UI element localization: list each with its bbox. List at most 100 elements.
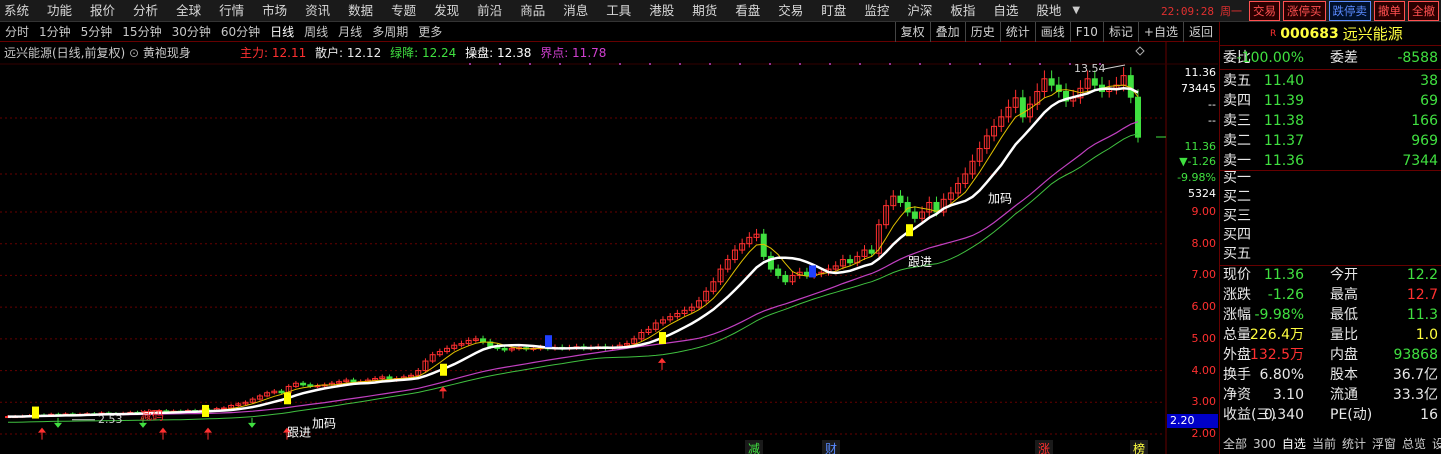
ask-row[interactable]: 卖四 11.39 69 <box>1220 91 1441 111</box>
panel-footer-tab[interactable]: 总览 <box>1399 434 1429 454</box>
period-tab[interactable]: 30分钟 <box>167 22 216 42</box>
stat-label: 内盘 <box>1330 347 1358 363</box>
indicator-name[interactable]: 黄袍现身 <box>143 46 191 60</box>
cancel-order-button[interactable]: 撤单 <box>1374 1 1405 21</box>
panel-footer-tab[interactable]: 自选 <box>1279 434 1309 454</box>
period-tab[interactable]: 60分钟 <box>216 22 265 42</box>
signal-marker <box>284 392 291 405</box>
chart-tool-button[interactable]: 画线 <box>1034 22 1070 42</box>
row-label: 买五 <box>1223 246 1251 262</box>
chart-tool-button[interactable]: 叠加 <box>929 22 965 42</box>
row-volume: 38 <box>1420 73 1438 89</box>
chevron-down-icon[interactable]: ▼ <box>1072 5 1080 16</box>
ask-row[interactable]: 卖二 11.37 969 <box>1220 131 1441 151</box>
menu-item[interactable]: 全球 <box>167 0 210 22</box>
period-tab[interactable]: 月线 <box>333 22 367 42</box>
chart-tool-button[interactable]: F10 <box>1069 22 1103 42</box>
menu-item[interactable]: 分析 <box>124 0 167 22</box>
bid-row[interactable]: 买四 <box>1220 225 1441 245</box>
menu-item[interactable]: 监控 <box>855 0 898 22</box>
limit-down-sell-button[interactable]: 跌停卖 <box>1328 1 1371 21</box>
panel-footer-tab[interactable]: 统计 <box>1339 434 1369 454</box>
menu-item[interactable]: 商品 <box>511 0 554 22</box>
stat-label: 净资 <box>1223 387 1251 403</box>
signal-dot <box>769 63 771 65</box>
event-tag[interactable]: 财 <box>822 440 841 454</box>
candle-body <box>775 268 782 276</box>
menu-item[interactable]: 沪深 <box>898 0 941 22</box>
row-label: 买三 <box>1223 208 1251 224</box>
menu-item[interactable]: 市场 <box>253 0 296 22</box>
menu-item[interactable]: 盯盘 <box>812 0 855 22</box>
stock-name[interactable]: 远兴能源 <box>1343 23 1403 44</box>
panel-footer-tab[interactable]: 300 <box>1250 434 1279 454</box>
period-tab[interactable]: 多周期 <box>367 22 413 42</box>
period-tab[interactable]: 周线 <box>299 22 333 42</box>
clock: 22:09:28 <box>1161 4 1214 18</box>
period-tab[interactable]: 日线 <box>265 22 299 42</box>
signal-dot <box>589 63 591 65</box>
period-tab[interactable]: 15分钟 <box>117 22 166 42</box>
event-tag[interactable]: 减 <box>745 440 764 454</box>
stat-label: 涨跌 <box>1223 287 1251 303</box>
panel-footer-tab[interactable]: 设 <box>1429 434 1441 454</box>
menu-item[interactable]: 前沿 <box>468 0 511 22</box>
event-tag[interactable]: 榜 <box>1130 440 1149 454</box>
menu-item[interactable]: 港股 <box>640 0 683 22</box>
chart-tool-button[interactable]: 返回 <box>1182 22 1218 42</box>
eye-icon[interactable]: ⊙ <box>129 46 139 60</box>
indicator-green: 绿降: 12.24 <box>390 46 457 60</box>
bid-row[interactable]: 买一 <box>1220 168 1441 188</box>
menu-item[interactable]: 资讯 <box>296 0 339 22</box>
chart-tool-button[interactable]: 统计 <box>999 22 1035 42</box>
bid-row[interactable]: 买三 <box>1220 206 1441 226</box>
chart-tool-button[interactable]: 标记 <box>1102 22 1138 42</box>
event-tag[interactable]: 涨 <box>1035 440 1054 454</box>
menu-item[interactable]: 看盘 <box>726 0 769 22</box>
stat-row: 收益(三) 0.340 PE(动) 16 <box>1220 405 1441 425</box>
menu-item[interactable]: 数据 <box>339 0 382 22</box>
trade-button[interactable]: 交易 <box>1249 1 1280 21</box>
panel-footer-tab[interactable]: 浮窗 <box>1369 434 1399 454</box>
menu-item[interactable]: 股地 <box>1027 0 1070 22</box>
menu-item[interactable]: 发现 <box>425 0 468 22</box>
menu-item[interactable]: 报价 <box>81 0 124 22</box>
ask-row[interactable]: 卖五 11.40 38 <box>1220 71 1441 91</box>
chart-tool-button[interactable]: 复权 <box>894 22 930 42</box>
ma-yellow-line <box>8 84 1139 418</box>
signal-dot <box>739 63 741 65</box>
quote-panel: R 000683 远兴能源 委比 -100.00% 委差 -8588 卖五 11.… <box>1219 22 1441 454</box>
menu-item[interactable]: 交易 <box>769 0 812 22</box>
cancel-all-button[interactable]: 全撤 <box>1408 1 1439 21</box>
menu-item[interactable]: 自选 <box>984 0 1027 22</box>
menu-item[interactable]: 期货 <box>683 0 726 22</box>
kline-chart[interactable]: 13.542.53 加码跟进跟进加码减码 <box>0 42 1218 454</box>
panel-footer-tab[interactable]: 全部 <box>1220 434 1250 454</box>
period-tab[interactable]: 1分钟 <box>34 22 76 42</box>
menu-item[interactable]: 专题 <box>382 0 425 22</box>
chart-tool-button[interactable]: +自选 <box>1137 22 1183 42</box>
bid-row[interactable]: 买五 <box>1220 244 1441 264</box>
stock-code[interactable]: 000683 <box>1280 26 1338 42</box>
menu-item[interactable]: 消息 <box>554 0 597 22</box>
signal-marker <box>906 224 913 237</box>
period-tab[interactable]: 分时 <box>0 22 34 42</box>
chart-tool-button[interactable]: 历史 <box>964 22 1000 42</box>
menu-item[interactable]: 板指 <box>941 0 984 22</box>
stat-value: 3.10 <box>1272 387 1304 403</box>
menu-item[interactable]: 系统 <box>0 0 38 22</box>
period-tab[interactable]: 5分钟 <box>76 22 118 42</box>
stat-row: 总量 226.4万 量比 1.0 <box>1220 325 1441 345</box>
menu-item[interactable]: 行情 <box>210 0 253 22</box>
panel-footer-tab[interactable]: 当前 <box>1309 434 1339 454</box>
bid-row[interactable]: 买二 <box>1220 187 1441 207</box>
ask-row[interactable]: 卖三 11.38 166 <box>1220 111 1441 131</box>
stat-label: 今开 <box>1330 267 1358 283</box>
period-tab[interactable]: 更多 <box>413 22 447 42</box>
stat-value: 1.0 <box>1415 327 1438 343</box>
menu-item[interactable]: 工具 <box>597 0 640 22</box>
limit-up-buy-button[interactable]: 涨停买 <box>1283 1 1326 21</box>
candle-body <box>1091 78 1098 86</box>
menu-item[interactable]: 功能 <box>38 0 81 22</box>
down-arrow-icon <box>248 422 256 428</box>
